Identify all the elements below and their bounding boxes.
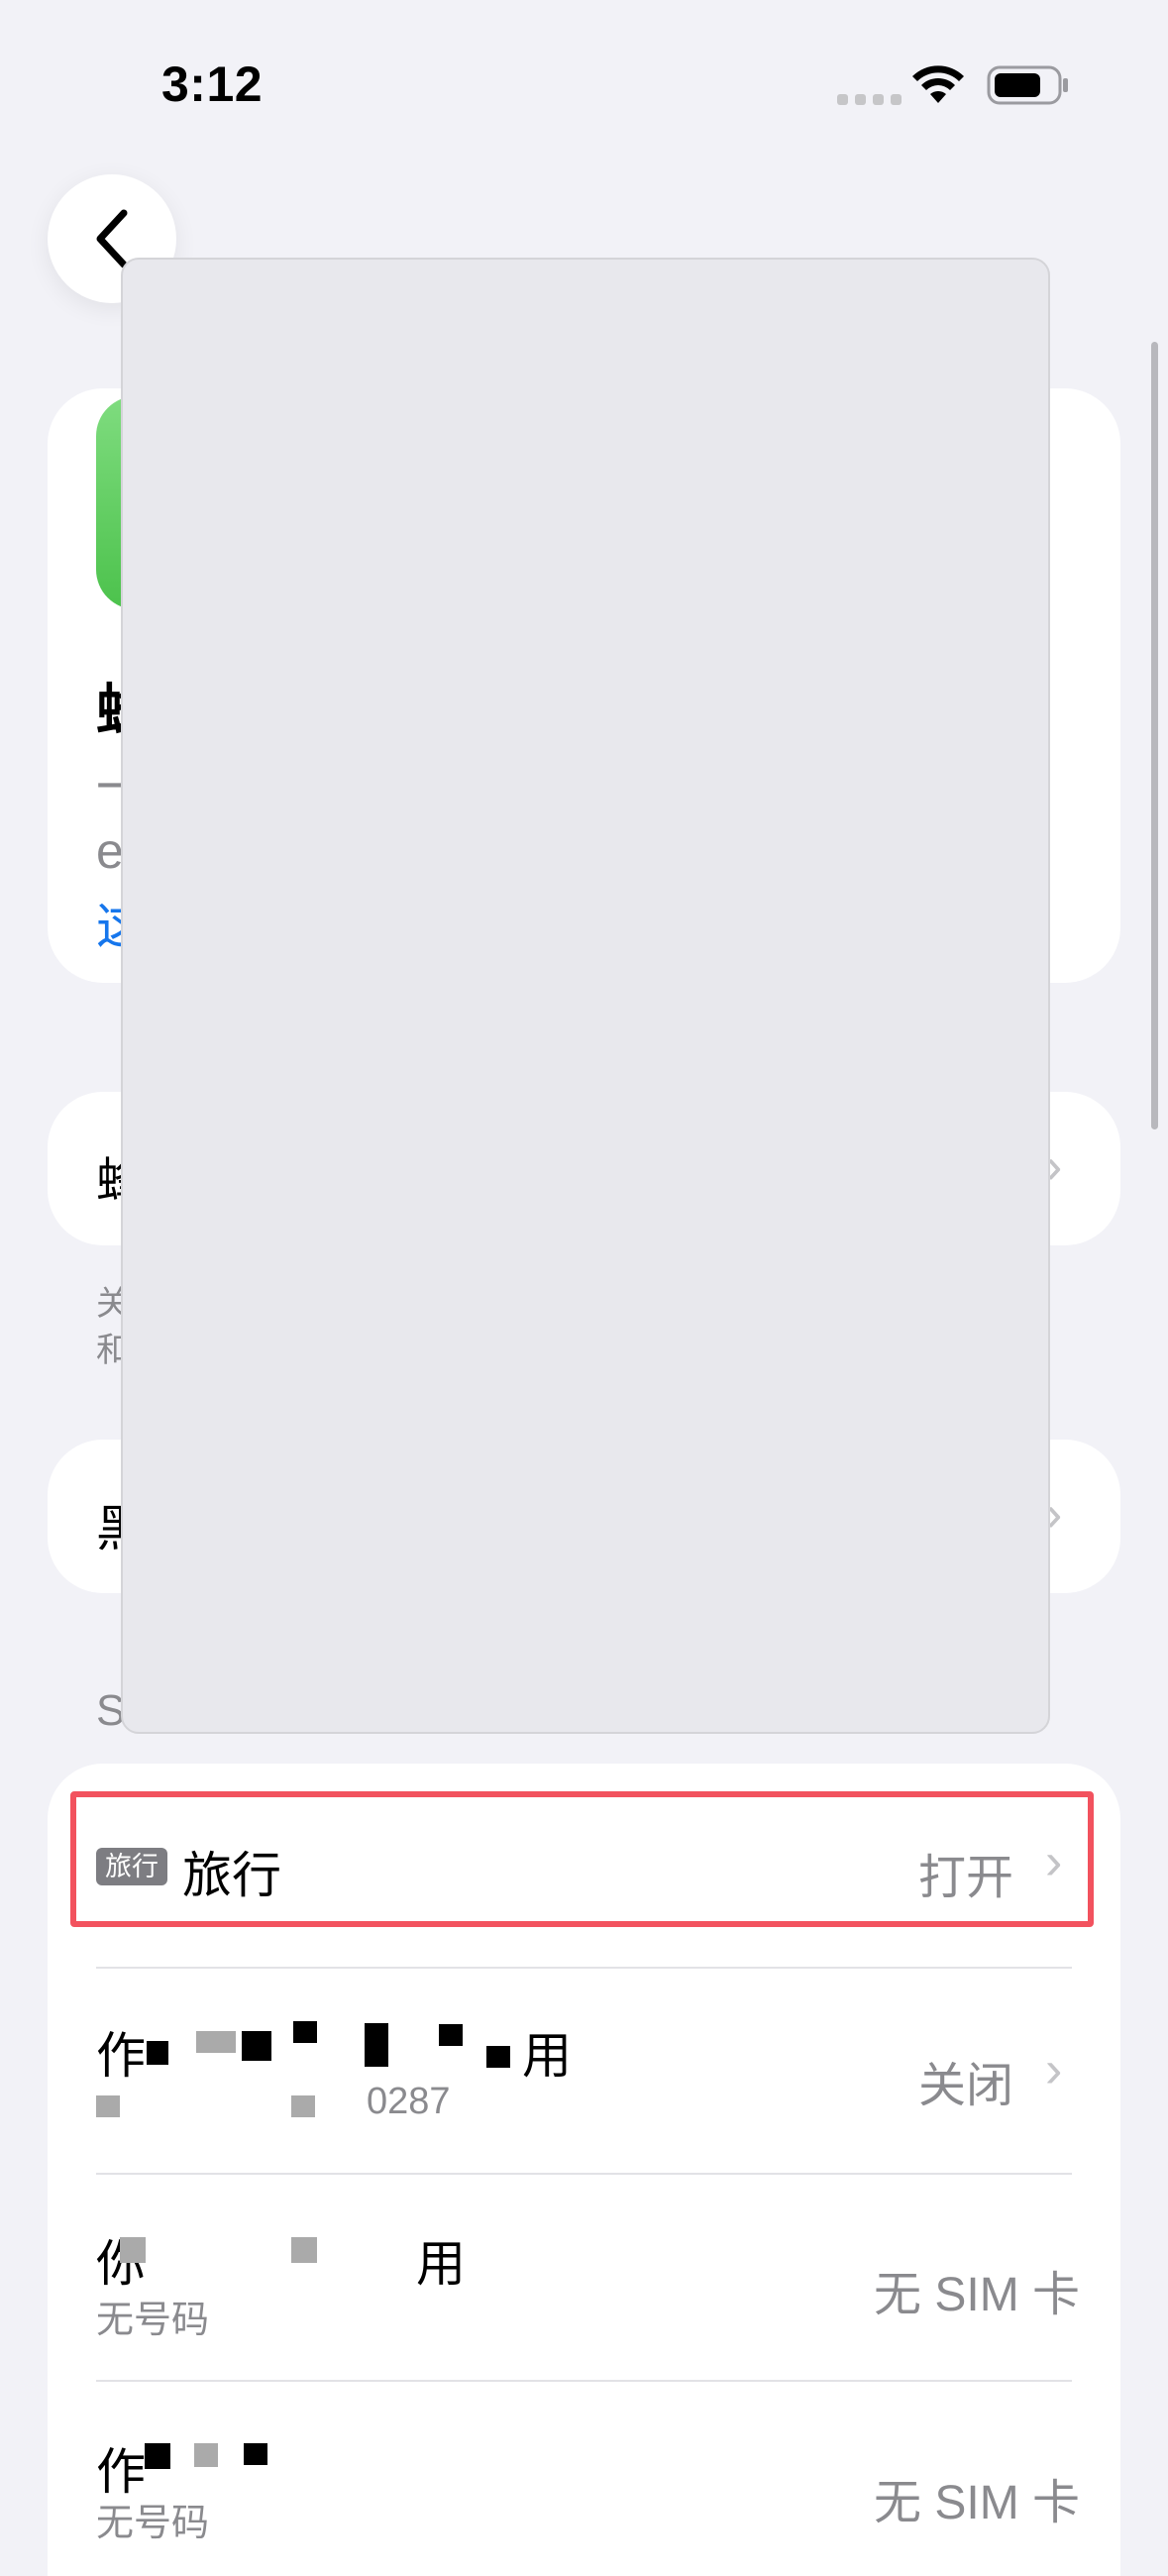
redacted-block: [242, 2031, 271, 2061]
sim-row-3-subtitle: 无号码: [96, 2300, 210, 2341]
redacted-block: [365, 2023, 388, 2067]
redacted-block: [291, 2237, 317, 2263]
travel-row-value: 打开: [918, 1852, 1014, 1904]
redacted-block: [439, 2024, 463, 2046]
redacted-block: [244, 2443, 267, 2465]
redacted-block: [147, 2041, 168, 2065]
status-time: 3:12: [161, 56, 264, 112]
redacted-block: [145, 2443, 170, 2469]
sim-row-4-value: 无 SIM 卡: [874, 2477, 1081, 2529]
redacted-block: [293, 2021, 317, 2043]
redacted-block: [196, 2031, 236, 2053]
sim-row-3-title-end: 用: [416, 2236, 466, 2292]
sim-row-4-subtitle: 无号码: [96, 2503, 210, 2544]
divider: [96, 2173, 1072, 2175]
plan-detail: e: [96, 823, 124, 879]
divider: [96, 2380, 1072, 2382]
travel-tag-badge: 旅行: [96, 1848, 167, 1885]
sim-row-3-value: 无 SIM 卡: [874, 2269, 1081, 2321]
overlay-panel: [121, 258, 1050, 1734]
scrollbar[interactable]: [1151, 342, 1158, 1129]
battery-icon: [987, 65, 1070, 110]
travel-row-title: 旅行: [182, 1848, 281, 1903]
redacted-block: [194, 2443, 218, 2467]
divider: [96, 1967, 1072, 1969]
redacted-block: [291, 2095, 315, 2117]
chevron-right-icon: ›: [1045, 2041, 1063, 2098]
redacted-block: [120, 2237, 146, 2263]
wifi-icon: [911, 63, 965, 110]
chevron-right-icon: ›: [1045, 1833, 1063, 1890]
sim-row-2[interactable]: [96, 2011, 572, 2140]
redacted-block: [96, 2095, 120, 2117]
sim-row-2-value: 关闭: [918, 2060, 1014, 2112]
sim-row-2-title-end: 用: [522, 2028, 572, 2084]
sim-row-2-title: 作: [96, 2028, 146, 2084]
cellular-signal-icon: [837, 94, 902, 105]
redacted-block: [486, 2046, 510, 2068]
sim-row-2-subtitle: 0287: [367, 2081, 451, 2122]
